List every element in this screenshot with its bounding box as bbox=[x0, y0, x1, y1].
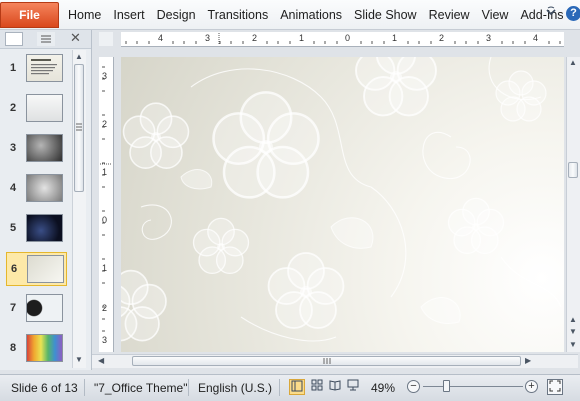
thumbnail-scrollbar[interactable]: ▲ ▼ bbox=[72, 50, 86, 368]
slide-thumbnail[interactable]: 1 bbox=[0, 52, 72, 86]
tab-slide-show[interactable]: Slide Show bbox=[348, 8, 423, 22]
scrollbar-thumb[interactable] bbox=[132, 356, 521, 366]
ruler-label: 2 bbox=[102, 303, 108, 313]
theme-name[interactable]: "7_Office Theme" bbox=[94, 381, 187, 395]
tab-animations[interactable]: Animations bbox=[274, 8, 348, 22]
status-divider bbox=[84, 379, 85, 396]
fit-to-window-button[interactable] bbox=[547, 379, 563, 395]
ribbon-bar: File Home Insert Design Transitions Anim… bbox=[0, 0, 580, 30]
slide-thumbnail[interactable]: 3 bbox=[0, 132, 72, 166]
slides-tab-icon[interactable] bbox=[5, 32, 23, 46]
ruler-label: 2 bbox=[252, 33, 258, 43]
slide-thumbnail[interactable]: 8 bbox=[0, 332, 72, 366]
thumbnail-image bbox=[26, 94, 63, 122]
ruler-label: 3 bbox=[102, 71, 108, 81]
floral-background bbox=[121, 57, 562, 342]
zoom-slider-track[interactable] bbox=[423, 386, 523, 387]
slide-number: 4 bbox=[10, 182, 17, 194]
file-tab[interactable]: File bbox=[0, 2, 59, 28]
ruler-label: 0 bbox=[102, 215, 108, 225]
scroll-left-icon[interactable]: ◀ bbox=[98, 356, 104, 365]
thumbnail-image bbox=[27, 255, 64, 283]
slide-show-view-button[interactable] bbox=[345, 379, 361, 395]
ruler-label: 3 bbox=[205, 33, 211, 43]
slide-thumbnail[interactable]: 7 bbox=[0, 292, 72, 326]
ruler-label: 1 bbox=[392, 33, 398, 43]
slide-thumbnail[interactable]: 5 bbox=[0, 212, 72, 246]
outline-tab-icon[interactable] bbox=[37, 32, 55, 46]
help-icon[interactable]: ? bbox=[566, 6, 580, 21]
ruler-label: 1 bbox=[299, 33, 305, 43]
horizontal-ruler: 4 3 2 1 0 1 2 3 4 bbox=[121, 32, 564, 47]
ruler-label: 3 bbox=[486, 33, 492, 43]
tab-add-ins[interactable]: Add-Ins bbox=[514, 8, 569, 22]
tab-home[interactable]: Home bbox=[62, 8, 107, 22]
slide-number: 1 bbox=[10, 62, 17, 74]
scroll-down-icon[interactable]: ▼ bbox=[569, 340, 577, 349]
tab-review[interactable]: Review bbox=[423, 8, 476, 22]
scroll-down-icon[interactable]: ▼ bbox=[75, 355, 83, 364]
slide-number: 3 bbox=[10, 142, 17, 154]
slide-thumbnail[interactable]: 2 bbox=[0, 92, 72, 126]
pane-header: ✕ bbox=[0, 30, 91, 49]
ribbon-minimize-icon[interactable] bbox=[545, 6, 557, 21]
ruler-corner bbox=[99, 32, 113, 46]
status-bar: Slide 6 of 13 "7_Office Theme" English (… bbox=[0, 374, 580, 401]
ruler-label: 4 bbox=[533, 33, 539, 43]
slide-number: 5 bbox=[10, 222, 17, 234]
slide-number: 6 bbox=[11, 263, 18, 275]
ruler-label: 1 bbox=[102, 263, 108, 273]
slide-horizontal-scrollbar[interactable]: ◀ ▶ bbox=[92, 354, 578, 368]
slides-pane: ✕ 1 2 3 4 5 6 7 8 ▲ ▼ bbox=[0, 30, 92, 370]
normal-view-button[interactable] bbox=[289, 379, 305, 395]
ribbon-tabs: Home Insert Design Transitions Animation… bbox=[62, 0, 570, 29]
scrollbar-thumb[interactable] bbox=[74, 64, 84, 192]
thumbnail-image bbox=[26, 334, 63, 362]
slide-counter: Slide 6 of 13 bbox=[11, 381, 78, 395]
scroll-up-icon[interactable]: ▲ bbox=[569, 58, 577, 67]
previous-slide-icon[interactable]: ▲ bbox=[569, 315, 577, 324]
slide-canvas[interactable] bbox=[121, 57, 564, 352]
slide-thumbnail-active[interactable]: 6 bbox=[6, 252, 67, 286]
thumbnail-image bbox=[26, 214, 63, 242]
next-slide-icon[interactable]: ▼ bbox=[569, 327, 577, 336]
scroll-right-icon[interactable]: ▶ bbox=[525, 356, 531, 365]
thumbnail-image bbox=[26, 294, 63, 322]
zoom-slider-thumb[interactable] bbox=[443, 380, 450, 392]
tab-insert[interactable]: Insert bbox=[107, 8, 150, 22]
reading-view-button[interactable] bbox=[327, 379, 343, 395]
slide-sorter-view-button[interactable] bbox=[309, 379, 325, 395]
status-divider bbox=[188, 379, 189, 396]
tab-view[interactable]: View bbox=[476, 8, 515, 22]
slide-number: 2 bbox=[10, 102, 17, 114]
thumbnail-image bbox=[26, 174, 63, 202]
ruler-label: 3 bbox=[102, 335, 108, 345]
zoom-in-button[interactable]: + bbox=[525, 380, 538, 393]
ruler-label: 0 bbox=[345, 33, 351, 43]
tab-transitions[interactable]: Transitions bbox=[202, 8, 275, 22]
tab-design[interactable]: Design bbox=[151, 8, 202, 22]
scrollbar-thumb[interactable] bbox=[568, 162, 578, 178]
ruler-label: 4 bbox=[158, 33, 164, 43]
ruler-label: 1 bbox=[102, 167, 108, 177]
zoom-level[interactable]: 49% bbox=[371, 381, 395, 395]
thumbnail-image bbox=[26, 134, 63, 162]
thumbnail-image bbox=[26, 54, 63, 82]
status-divider bbox=[279, 379, 280, 396]
slide-number: 7 bbox=[10, 302, 17, 314]
scroll-up-icon[interactable]: ▲ bbox=[75, 52, 83, 61]
language-indicator[interactable]: English (U.S.) bbox=[198, 381, 272, 395]
zoom-out-button[interactable]: − bbox=[407, 380, 420, 393]
slide-thumbnail[interactable]: 4 bbox=[0, 172, 72, 206]
slide-number: 8 bbox=[10, 342, 17, 354]
slide-vertical-scrollbar[interactable]: ▲ ▲ ▼ ▼ bbox=[566, 57, 580, 352]
close-pane-icon[interactable]: ✕ bbox=[70, 30, 81, 46]
ruler-label: 2 bbox=[102, 119, 108, 129]
vertical-ruler: 3 2 1 0 1 2 3 bbox=[99, 57, 114, 352]
ruler-label: 2 bbox=[439, 33, 445, 43]
